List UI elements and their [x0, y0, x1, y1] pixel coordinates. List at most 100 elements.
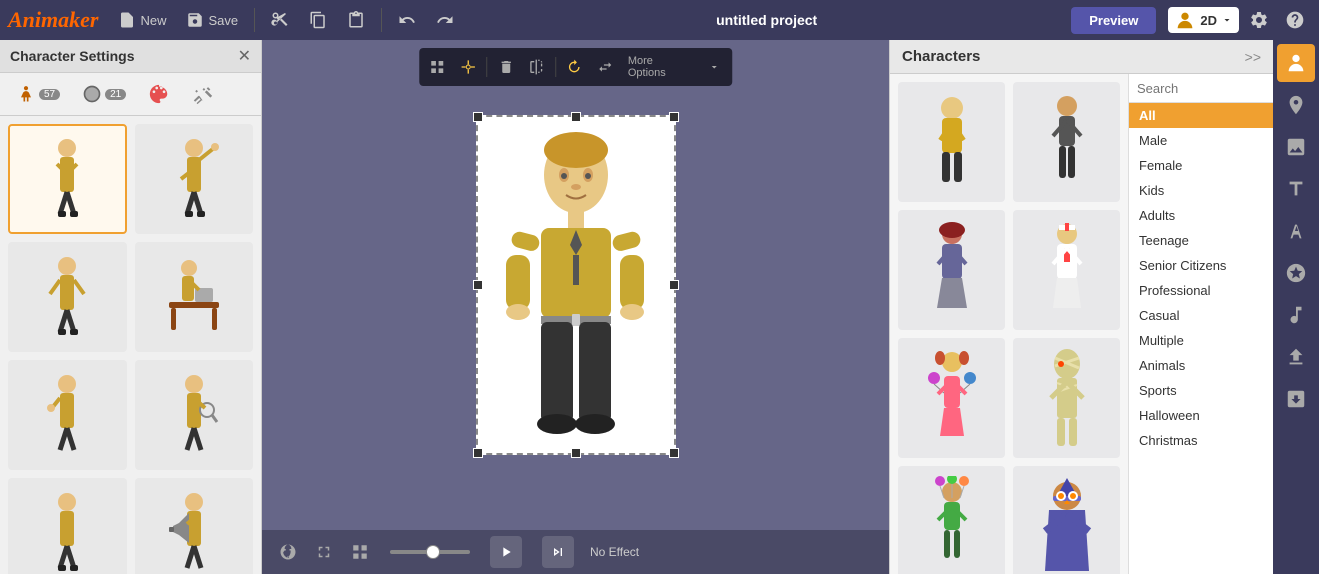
char-card-8[interactable] — [1013, 466, 1120, 574]
char-thumbnail-2[interactable] — [135, 124, 254, 234]
char-thumbnail-3[interactable] — [8, 242, 127, 352]
resize-handle-tm[interactable] — [571, 112, 581, 122]
new-button[interactable]: New — [110, 7, 174, 33]
characters-title: Characters — [902, 48, 980, 65]
swap-icon[interactable] — [591, 52, 620, 82]
play-button[interactable] — [490, 536, 522, 568]
char-card-7[interactable] — [898, 466, 1005, 574]
filter-item-multiple[interactable]: Multiple — [1129, 328, 1273, 353]
separator — [254, 8, 255, 32]
main-area: Character Settings ✕ 57 21 — [0, 40, 1319, 574]
canvas-main — [262, 40, 889, 530]
upload-icon-btn[interactable] — [1277, 338, 1315, 376]
char-thumbnail-5[interactable] — [8, 360, 127, 470]
char-card-1[interactable] — [898, 82, 1005, 202]
resize-handle-mr[interactable] — [669, 280, 679, 290]
canvas-toolbar: More Options — [419, 48, 733, 86]
resize-handle-tr[interactable] — [669, 112, 679, 122]
rotate-icon[interactable] — [560, 52, 589, 82]
grid-view-button[interactable] — [346, 538, 374, 566]
font-icon-btn[interactable] — [1277, 212, 1315, 250]
preview-button[interactable]: Preview — [1071, 7, 1156, 34]
char-card-3[interactable] — [898, 210, 1005, 330]
skip-button[interactable] — [542, 536, 574, 568]
redo-button[interactable] — [428, 7, 462, 33]
characters-panel: Characters >> — [889, 40, 1273, 574]
transition-icon-btn[interactable] — [1277, 380, 1315, 418]
characters-panel-header: Characters >> — [890, 40, 1273, 74]
paste-button[interactable] — [339, 7, 373, 33]
tab-magic[interactable] — [184, 79, 222, 109]
tab-poses[interactable]: 57 — [8, 80, 68, 108]
search-box — [1129, 74, 1273, 103]
scenes-count: 21 — [105, 89, 126, 100]
zoom-slider[interactable] — [390, 550, 470, 554]
settings-button[interactable] — [1243, 4, 1275, 36]
character-grid — [0, 116, 261, 574]
char-card-5[interactable] — [898, 338, 1005, 458]
music-icon-btn[interactable] — [1277, 296, 1315, 334]
filter-item-teenage[interactable]: Teenage — [1129, 228, 1273, 253]
help-button[interactable] — [1279, 4, 1311, 36]
panel-title: Character Settings — [10, 48, 134, 64]
character-icon-btn[interactable] — [1277, 44, 1315, 82]
cut-button[interactable] — [263, 7, 297, 33]
filter-item-casual[interactable]: Casual — [1129, 303, 1273, 328]
effect-label: No Effect — [590, 545, 639, 559]
mode-selector[interactable]: 2D — [1168, 7, 1239, 33]
resize-handle-ml[interactable] — [473, 280, 483, 290]
filter-item-animals[interactable]: Animals — [1129, 353, 1273, 378]
toolbar: Animaker New Save untitled project Previ… — [0, 0, 1319, 40]
flip-icon[interactable] — [522, 52, 551, 82]
resize-handle-bm[interactable] — [571, 448, 581, 458]
character-settings-panel: Character Settings ✕ 57 21 — [0, 40, 262, 574]
character-preview — [496, 130, 656, 440]
filter-item-professional[interactable]: Professional — [1129, 278, 1273, 303]
save-button[interactable]: Save — [178, 7, 246, 33]
search-input[interactable] — [1137, 81, 1273, 96]
char-card-2[interactable] — [1013, 82, 1120, 202]
mode-label: 2D — [1200, 13, 1217, 28]
resize-handle-br[interactable] — [669, 448, 679, 458]
more-options-arrow[interactable] — [699, 52, 728, 82]
filter-item-sports[interactable]: Sports — [1129, 378, 1273, 403]
location-icon-btn[interactable] — [1277, 86, 1315, 124]
zoom-thumb[interactable] — [426, 545, 440, 559]
text-icon-btn[interactable] — [1277, 170, 1315, 208]
panel-close-button[interactable]: ✕ — [238, 46, 251, 66]
tab-colors[interactable] — [140, 79, 178, 109]
delete-icon[interactable] — [491, 52, 520, 82]
filter-item-adults[interactable]: Adults — [1129, 203, 1273, 228]
app-logo: Animaker — [8, 7, 98, 33]
image-icon-btn[interactable] — [1277, 128, 1315, 166]
grid-icon[interactable] — [423, 52, 452, 82]
char-thumbnail-6[interactable] — [135, 360, 254, 470]
filter-item-male[interactable]: Male — [1129, 128, 1273, 153]
expand-icon[interactable]: >> — [1245, 49, 1261, 65]
move-icon[interactable] — [454, 52, 483, 82]
star-icon-btn[interactable] — [1277, 254, 1315, 292]
char-thumbnail-1[interactable] — [8, 124, 127, 234]
char-card-4[interactable] — [1013, 210, 1120, 330]
filter-item-female[interactable]: Female — [1129, 153, 1273, 178]
resize-handle-tl[interactable] — [473, 112, 483, 122]
char-card-6[interactable] — [1013, 338, 1120, 458]
more-options-label: More Options — [622, 55, 698, 79]
canvas-frame[interactable] — [476, 115, 676, 455]
resize-handle-bl[interactable] — [473, 448, 483, 458]
char-thumbnail-7[interactable] — [8, 478, 127, 574]
filter-item-all[interactable]: All — [1129, 103, 1273, 128]
filter-item-halloween[interactable]: Halloween — [1129, 403, 1273, 428]
char-thumbnail-8[interactable] — [135, 478, 254, 574]
char-thumbnail-4[interactable] — [135, 242, 254, 352]
undo-button[interactable] — [390, 7, 424, 33]
crosshair-button[interactable] — [274, 538, 302, 566]
project-title: untitled project — [466, 12, 1067, 28]
tab-scenes[interactable]: 21 — [74, 80, 134, 108]
filter-item-senior[interactable]: Senior Citizens — [1129, 253, 1273, 278]
filter-sidebar: AllMaleFemaleKidsAdultsTeenageSenior Cit… — [1128, 74, 1273, 574]
filter-item-christmas[interactable]: Christmas — [1129, 428, 1273, 453]
filter-item-kids[interactable]: Kids — [1129, 178, 1273, 203]
expand-button[interactable] — [310, 538, 338, 566]
copy-button[interactable] — [301, 7, 335, 33]
